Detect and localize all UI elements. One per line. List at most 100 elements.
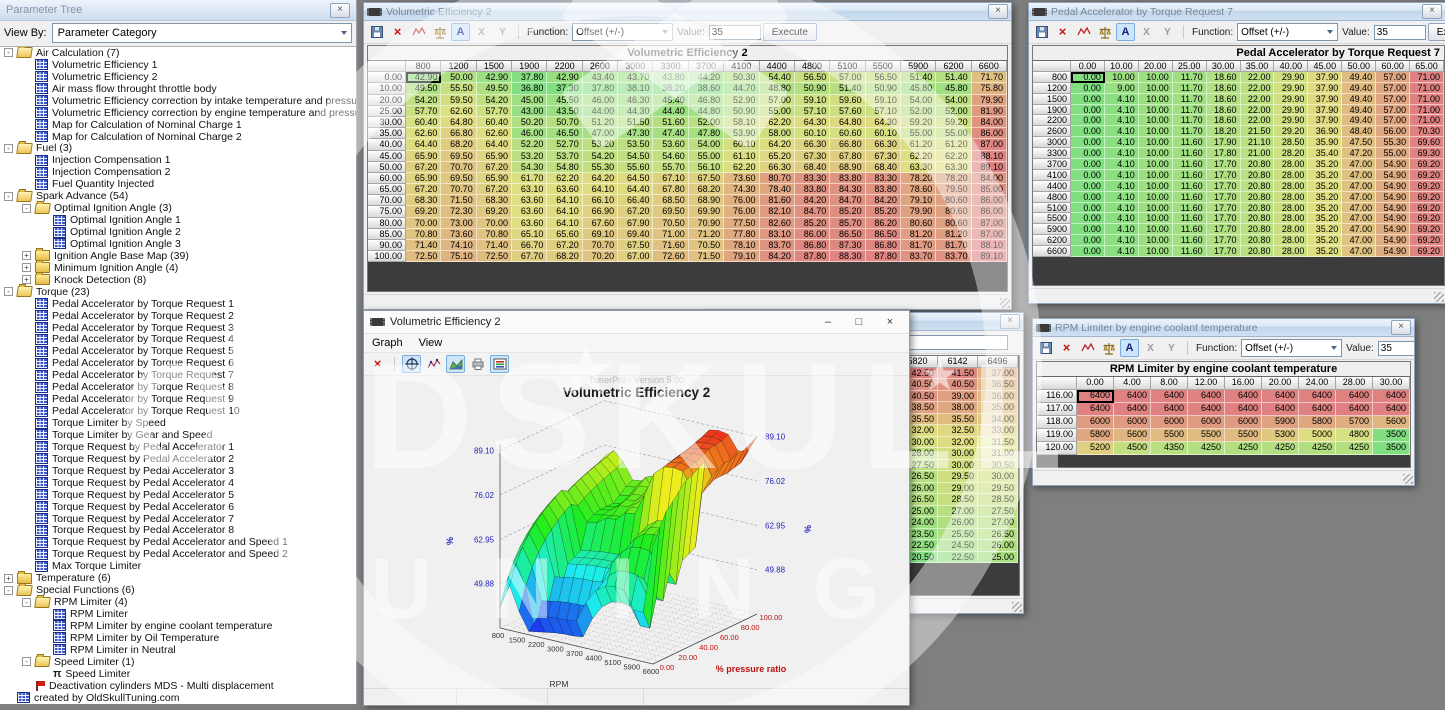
row-header[interactable]: 2200: [1033, 115, 1071, 126]
row-header[interactable]: 65.00: [368, 184, 406, 195]
table-cell[interactable]: 69.20: [1410, 213, 1444, 224]
row-header[interactable]: 6600: [1033, 246, 1071, 257]
row-header[interactable]: 60.00: [368, 173, 406, 184]
tree-item[interactable]: Torque Request by Pedal Accelerator 4: [0, 477, 356, 489]
table-cell[interactable]: 6400: [1336, 390, 1373, 403]
table-cell[interactable]: 84.20: [760, 251, 795, 262]
table-cell[interactable]: 6000: [1188, 416, 1225, 429]
table-cell[interactable]: 3500: [1373, 429, 1410, 442]
table-cell[interactable]: 47.50: [1342, 137, 1376, 148]
table-cell[interactable]: 17.70: [1207, 203, 1241, 214]
table-cell[interactable]: 44.40: [653, 106, 688, 117]
table-cell[interactable]: 0.00: [1071, 224, 1105, 235]
column-header[interactable]: 0.00: [1071, 61, 1105, 72]
table-cell[interactable]: 72.60: [653, 251, 688, 262]
table-cell[interactable]: 78.60: [901, 184, 936, 195]
table-cell[interactable]: 66.80: [441, 128, 476, 139]
table-cell[interactable]: 62.20: [901, 151, 936, 162]
table-cell[interactable]: 67.20: [477, 162, 512, 173]
table-cell[interactable]: 5500: [1225, 429, 1262, 442]
table-cell[interactable]: 43.50: [547, 106, 582, 117]
table-cell[interactable]: 87.30: [830, 240, 865, 251]
table-cell[interactable]: 81.20: [936, 229, 971, 240]
table-cell[interactable]: 55.60: [618, 162, 653, 173]
table-cell[interactable]: 54.00: [901, 95, 936, 106]
column-header[interactable]: 3300: [653, 61, 688, 72]
tree-item[interactable]: Injection Compensation 2: [0, 166, 356, 178]
table-cell[interactable]: 6400: [1077, 390, 1114, 403]
table-cell[interactable]: 35.20: [1308, 235, 1342, 246]
table-cell[interactable]: 66.90: [583, 206, 618, 217]
table-cell[interactable]: 17.70: [1207, 170, 1241, 181]
table-cell[interactable]: 6400: [1151, 403, 1188, 416]
function-select[interactable]: Offset (+/-): [572, 23, 673, 41]
table-cell[interactable]: 52.70: [547, 139, 582, 150]
table-cell[interactable]: 67.50: [689, 173, 724, 184]
table-cell[interactable]: 64.10: [583, 184, 618, 195]
table-cell[interactable]: 64.40: [406, 139, 441, 150]
row-header[interactable]: 0.00: [368, 72, 406, 83]
table-cell[interactable]: 56.10: [689, 162, 724, 173]
table-cell[interactable]: 4.10: [1105, 94, 1139, 105]
axis-y-icon[interactable]: Y: [1162, 339, 1181, 357]
table-cell[interactable]: 57.60: [830, 106, 865, 117]
table-cell[interactable]: 20.80: [1241, 213, 1275, 224]
row-header[interactable]: 116.00: [1037, 390, 1077, 403]
table-cell[interactable]: 0.00: [1071, 246, 1105, 257]
collapse-icon[interactable]: -: [4, 586, 13, 595]
table-cell[interactable]: 57.00: [1376, 115, 1410, 126]
table-cell[interactable]: 69.20: [477, 206, 512, 217]
table-cell[interactable]: 11.60: [1173, 203, 1207, 214]
table-cell[interactable]: 61.20: [901, 139, 936, 150]
table-cell[interactable]: 30.00: [978, 471, 1018, 483]
tree-item[interactable]: Injection Compensation 1: [0, 154, 356, 166]
table-cell[interactable]: 20.80: [1241, 170, 1275, 181]
table-cell[interactable]: 33.00: [978, 425, 1018, 437]
table-cell[interactable]: 10.00: [1139, 235, 1173, 246]
table-cell[interactable]: 28.00: [1274, 246, 1308, 257]
table-cell[interactable]: 54.30: [512, 162, 547, 173]
tree-item[interactable]: Pedal Accelerator by Torque Request 10: [0, 405, 356, 417]
table-cell[interactable]: 36.90: [1308, 126, 1342, 137]
column-header[interactable]: 5100: [830, 61, 865, 72]
table-cell[interactable]: 32.00: [938, 437, 978, 449]
minimize-button[interactable]: –: [815, 316, 841, 328]
table-cell[interactable]: 86.00: [972, 128, 1007, 139]
table-cell[interactable]: 29.90: [1274, 83, 1308, 94]
column-header[interactable]: 65.00: [1410, 61, 1444, 72]
table-cell[interactable]: 86.80: [866, 240, 901, 251]
table-cell[interactable]: 54.90: [1376, 159, 1410, 170]
table-cell[interactable]: 79.90: [972, 95, 1007, 106]
table-cell[interactable]: 83.80: [866, 184, 901, 195]
table-cell[interactable]: 83.70: [901, 251, 936, 262]
row-header[interactable]: 118.00: [1037, 416, 1077, 429]
table-cell[interactable]: 60.10: [724, 139, 759, 150]
column-header[interactable]: 40.00: [1274, 61, 1308, 72]
table-cell[interactable]: 37.80: [583, 83, 618, 94]
table-cell[interactable]: 27.00: [938, 506, 978, 518]
row-header[interactable]: 100.00: [368, 251, 406, 262]
table-cell[interactable]: 65.90: [477, 151, 512, 162]
graph-view-icon[interactable]: [1074, 23, 1093, 41]
table-cell[interactable]: 54.90: [1376, 246, 1410, 257]
column-header[interactable]: 30.00: [1207, 61, 1241, 72]
table-cell[interactable]: 54.90: [1376, 181, 1410, 192]
table-cell[interactable]: 65.10: [512, 229, 547, 240]
table-cell[interactable]: 11.60: [1173, 181, 1207, 192]
table-cell[interactable]: 62.20: [724, 162, 759, 173]
table-cell[interactable]: 30.00: [938, 460, 978, 472]
table-cell[interactable]: 57.00: [760, 95, 795, 106]
table-cell[interactable]: 67.70: [512, 251, 547, 262]
table-cell[interactable]: 17.70: [1207, 235, 1241, 246]
table-cell[interactable]: 42.90: [477, 72, 512, 83]
table-cell[interactable]: 53.50: [618, 139, 653, 150]
table-cell[interactable]: 48.80: [760, 83, 795, 94]
table-cell[interactable]: 59.20: [901, 117, 936, 128]
table-cell[interactable]: 18.60: [1207, 115, 1241, 126]
table-cell[interactable]: 54.40: [760, 72, 795, 83]
table-cell[interactable]: 68.20: [441, 139, 476, 150]
column-header[interactable]: 50.00: [1342, 61, 1376, 72]
row-header[interactable]: 3700: [1033, 159, 1071, 170]
table-cell[interactable]: 47.00: [1342, 203, 1376, 214]
table-cell[interactable]: 50.00: [441, 72, 476, 83]
